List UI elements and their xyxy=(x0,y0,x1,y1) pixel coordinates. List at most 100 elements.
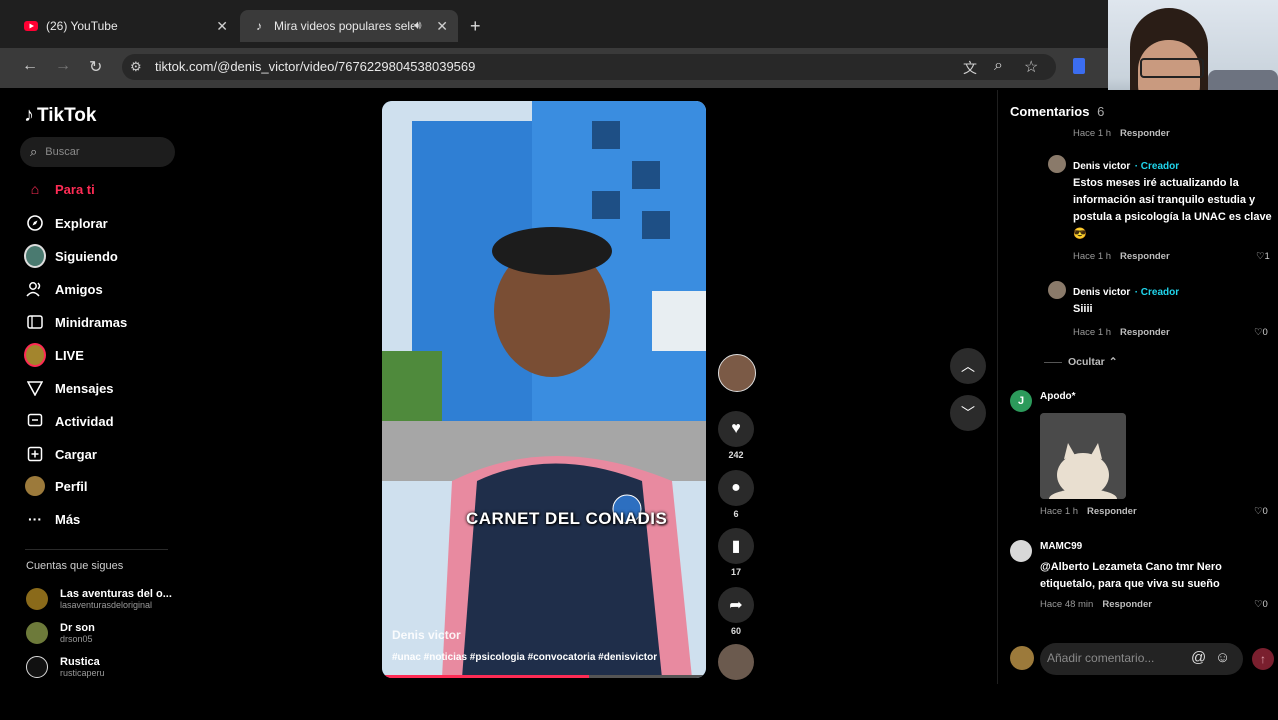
comment-time: Hace 1 h xyxy=(1073,327,1112,338)
sound-avatar-button[interactable] xyxy=(718,644,754,680)
sidebar-item-mensajes[interactable]: Mensajes xyxy=(24,377,114,399)
followed-account[interactable]: Las aventuras del o... lasaventurasdelori… xyxy=(26,588,172,610)
account-name: Las aventuras del o... xyxy=(60,588,172,600)
heart-icon: ♥ xyxy=(718,411,754,447)
cat-sticker xyxy=(1040,413,1126,499)
send-icon xyxy=(24,377,46,399)
share-arrow-icon: ➦ xyxy=(718,587,754,623)
site-settings-icon[interactable]: ⚙︎ xyxy=(130,59,142,75)
account-name: Rustica xyxy=(60,656,100,668)
comment-text: @Alberto Lezameta Cano tmr Nero etiqueta… xyxy=(1040,561,1222,590)
sidebar-item-cargar[interactable]: Cargar xyxy=(24,443,97,465)
like-button[interactable]: ♥ 242 xyxy=(718,411,754,460)
like-count: 242 xyxy=(728,450,744,460)
avatar[interactable] xyxy=(1048,281,1066,299)
comment-meta: Hace 48 min Responder xyxy=(1040,599,1152,610)
brand-name: TikTok xyxy=(37,104,97,126)
video-player[interactable]: CARNET DEL CONADIS Denis victor #unac #n… xyxy=(382,101,706,678)
hide-replies-button[interactable]: Ocultar ⌃ xyxy=(1044,356,1118,368)
followed-account[interactable]: Dr son drson05 xyxy=(26,622,95,644)
music-disc-icon xyxy=(718,644,754,680)
comment-meta: Hace 1 h Responder xyxy=(1073,251,1170,262)
new-tab-button[interactable]: + xyxy=(470,16,481,37)
comment-author[interactable]: Denis victor xyxy=(1073,287,1130,298)
video-caption: CARNET DEL CONADIS xyxy=(466,509,668,528)
tiktok-icon: ♪ xyxy=(256,19,262,33)
close-tab-icon[interactable]: ✕ xyxy=(216,18,228,35)
emoji-icon[interactable]: ☺ xyxy=(1215,649,1230,666)
home-icon: ⌂ xyxy=(30,181,40,197)
audio-icon[interactable]: 🔊︎ xyxy=(414,18,422,33)
sidebar-item-actividad[interactable]: Actividad xyxy=(24,410,114,432)
comment-count: 6 xyxy=(733,509,739,519)
avatar[interactable] xyxy=(1048,155,1066,173)
comment-image[interactable] xyxy=(1040,413,1126,499)
comment-author[interactable]: MAMC99 xyxy=(1040,541,1082,552)
forward-button[interactable]: → xyxy=(55,57,71,75)
comment-like-button[interactable]: ♡0 xyxy=(1254,506,1268,517)
sidebar-item-amigos[interactable]: Amigos xyxy=(24,278,103,300)
creator-avatar-button[interactable] xyxy=(718,354,756,392)
reply-button[interactable]: Responder xyxy=(1120,128,1170,139)
avatar[interactable]: J xyxy=(1010,390,1032,412)
video-hashtags[interactable]: #unac #noticias #psicologia #convocatori… xyxy=(392,652,657,663)
sidebar-item-label: Siguiendo xyxy=(55,248,118,264)
sidebar-item-siguiendo[interactable]: Siguiendo xyxy=(24,244,118,268)
comment-author[interactable]: Denis victor xyxy=(1073,161,1130,172)
comment-like-button[interactable]: ♡0 xyxy=(1254,599,1268,610)
sidebar-item-perfil[interactable]: Perfil xyxy=(24,475,88,497)
search-placeholder: Buscar xyxy=(45,146,80,158)
zoom-icon[interactable]: ⌕ xyxy=(994,57,1003,75)
friends-icon xyxy=(24,278,46,300)
tab-youtube[interactable]: (26) YouTube ✕ xyxy=(12,10,238,42)
sidebar-item-live[interactable]: LIVE xyxy=(24,343,84,367)
reload-button[interactable]: ↻ xyxy=(89,57,102,77)
next-video-button[interactable]: ﹀ xyxy=(950,395,986,431)
video-progress-fill xyxy=(382,675,590,678)
bookmark-star-icon[interactable]: ☆ xyxy=(1024,57,1038,77)
send-comment-button[interactable]: ↑ xyxy=(1252,648,1274,670)
sidebar-item-explorar[interactable]: Explorar xyxy=(24,212,108,234)
comment-time: Hace 1 h xyxy=(1073,128,1112,139)
live-icon xyxy=(24,343,46,367)
tiktok-note-icon: ♪ xyxy=(24,104,34,126)
comment-like-button[interactable]: ♡1 xyxy=(1256,251,1270,262)
tab-tiktok[interactable]: ♪ Mira videos populares sele 🔊︎ ✕ xyxy=(240,10,458,42)
close-tab-icon[interactable]: ✕ xyxy=(436,18,448,35)
creator-badge: · Creador xyxy=(1134,161,1180,172)
comment-author[interactable]: Apodo* xyxy=(1040,391,1076,402)
translate-icon[interactable]: 文 xyxy=(963,58,977,78)
search-icon: ⌕ xyxy=(30,144,38,159)
followed-account[interactable]: Rustica rusticaperu xyxy=(26,656,105,678)
search-input[interactable]: ⌕ Buscar xyxy=(20,137,175,167)
comment-input[interactable]: Añadir comentario... @ ☺ xyxy=(1040,643,1243,675)
reply-button[interactable]: Responder xyxy=(1087,506,1137,517)
previous-video-button[interactable]: ︿ xyxy=(950,348,986,384)
save-button[interactable]: ▮ 17 xyxy=(718,528,754,577)
comments-title: Comentarios 6 xyxy=(1010,104,1104,119)
mention-icon[interactable]: @ xyxy=(1191,649,1206,666)
sidebar-item-minidramas[interactable]: Minidramas xyxy=(24,311,127,333)
reply-button[interactable]: Responder xyxy=(1120,327,1170,338)
share-button[interactable]: ➦ 60 xyxy=(718,587,754,636)
back-button[interactable]: ← xyxy=(22,57,38,75)
video-author[interactable]: Denis victor xyxy=(392,628,461,642)
comment-like-button[interactable]: ♡0 xyxy=(1254,327,1268,338)
account-handle: rusticaperu xyxy=(60,668,105,678)
video-progress-bar[interactable] xyxy=(382,675,706,678)
avatar xyxy=(718,354,756,392)
reply-button[interactable]: Responder xyxy=(1120,251,1170,262)
reply-button[interactable]: Responder xyxy=(1102,599,1152,610)
arrow-up-icon: ↑ xyxy=(1260,652,1266,666)
tiktok-logo[interactable]: ♪ TikTok xyxy=(24,104,96,127)
avatar[interactable] xyxy=(1010,540,1032,562)
comment-button[interactable]: ● 6 xyxy=(718,470,754,519)
sidebar-item-mas[interactable]: ··· Más xyxy=(24,508,80,530)
comment-time: Hace 1 h xyxy=(1040,506,1079,517)
url-text[interactable]: tiktok.com/@denis_victor/video/767622980… xyxy=(155,59,475,74)
heart-outline-icon: ♡ xyxy=(1254,327,1263,338)
extension-icon[interactable] xyxy=(1073,58,1085,74)
sidebar-item-label: Amigos xyxy=(55,281,103,297)
sidebar-item-para-ti[interactable]: ⌂ Para ti xyxy=(24,178,95,200)
account-name: Dr son xyxy=(60,622,95,634)
